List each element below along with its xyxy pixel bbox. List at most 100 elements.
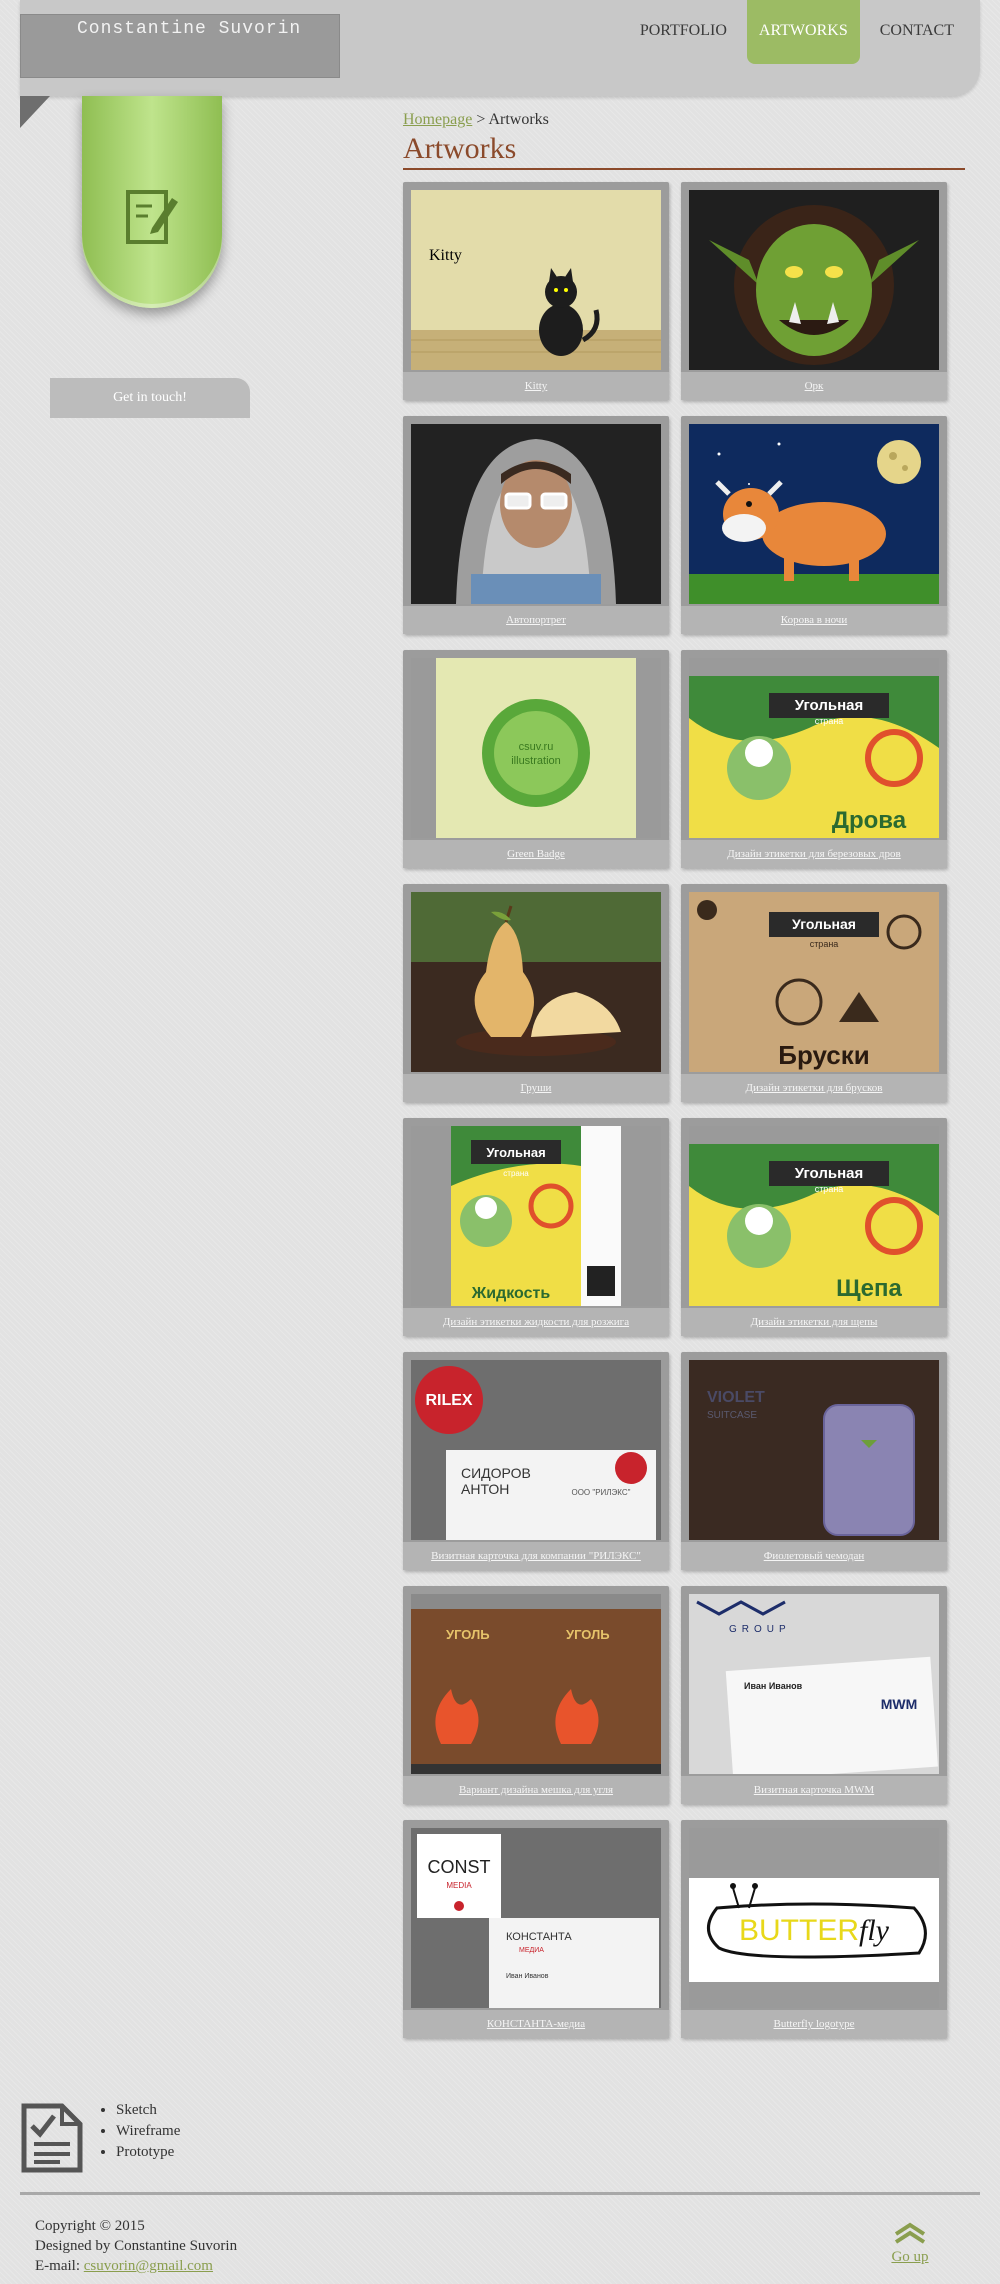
artwork-card[interactable]: Угольная страна Дрова Дизайн этикетки для б…: [681, 650, 947, 868]
nav-contact[interactable]: CONTACT: [868, 0, 966, 64]
art-text: страна: [810, 939, 839, 949]
art-text: Kitty: [429, 247, 462, 264]
artwork-thumbnail[interactable]: RILEX СИДОРОВ АНТОН ООО "РИЛЭКС": [411, 1360, 661, 1540]
artwork-link[interactable]: Фиолетовый чемодан: [764, 1550, 865, 1562]
art-text: GROUP: [729, 1624, 791, 1635]
go-up-link[interactable]: Go up: [891, 2249, 928, 2265]
art-text: Иван Иванов: [744, 1681, 803, 1691]
art-text: Жидкость: [471, 1285, 551, 1302]
artwork-image[interactable]: RILEX СИДОРОВАНТОН ООО "РИЛЭКС": [411, 1360, 661, 1540]
artwork-image[interactable]: Угольная страна Щепа: [689, 1126, 939, 1306]
artwork-link[interactable]: Green Badge: [507, 848, 565, 860]
site-logo[interactable]: Constantine Suvorin: [20, 14, 340, 78]
artwork-thumbnail[interactable]: УГОЛЬ УГОЛЬ: [411, 1594, 661, 1774]
artwork-thumbnail[interactable]: Угольная страна Дрова: [689, 658, 939, 838]
artwork-link[interactable]: Butterfly logotype: [774, 2018, 855, 2030]
pencil-document-icon: [126, 190, 178, 244]
artwork-image[interactable]: Угольная страна Дрова: [689, 658, 939, 838]
designed-by: Designed by Constantine Suvorin: [35, 2238, 238, 2254]
artwork-caption: Визитная карточка MWM: [681, 1776, 947, 1804]
art-text: csuv.ru: [519, 741, 554, 753]
artwork-link[interactable]: Kitty: [525, 380, 548, 392]
artwork-card[interactable]: Угольная страна Жидкость Дизайн этикетки жи…: [403, 1118, 669, 1336]
artwork-image[interactable]: УГОЛЬ УГОЛЬ: [411, 1594, 661, 1774]
art-text: ООО "РИЛЭКС": [571, 1488, 630, 1497]
artwork-link[interactable]: Визитная карточка для компании "РИЛЭКС": [431, 1550, 641, 1562]
artwork-image[interactable]: Kitty: [411, 190, 661, 370]
artwork-thumbnail[interactable]: [689, 424, 939, 604]
artwork-link[interactable]: Дизайн этикетки для брусков: [745, 1082, 882, 1094]
art-text: КОНСТАНТА: [506, 1931, 572, 1943]
footer-info: Copyright © 2015 Designed by Constantine…: [35, 2216, 237, 2276]
artwork-card[interactable]: VIOLET SUITCASE Фиолетовый чемодан: [681, 1352, 947, 1570]
artwork-thumbnail[interactable]: [689, 190, 939, 370]
art-text: АНТОН: [461, 1481, 509, 1497]
art-text: fly: [859, 1914, 890, 1947]
artwork-card[interactable]: Угольная страна Щепа Дизайн этикетки для ще…: [681, 1118, 947, 1336]
artwork-card[interactable]: Автопортрет: [403, 416, 669, 634]
artwork-link[interactable]: Дизайн этикетки жидкости для розжига: [443, 1316, 629, 1328]
artwork-image[interactable]: CONST MEDIA КОНСТАНТА МЕДИА Иван Иванов: [411, 1828, 661, 2008]
art-text: MWM: [881, 1696, 918, 1712]
artwork-thumbnail[interactable]: GROUP Иван Иванов MWM: [689, 1594, 939, 1774]
artwork-card[interactable]: CONST MEDIA КОНСТАНТА МЕДИА Иван Иванов КОНСТ…: [403, 1820, 669, 2038]
artwork-image[interactable]: csuv.ru illustration: [411, 658, 661, 838]
breadcrumb-home-link[interactable]: Homepage: [403, 111, 472, 128]
artwork-link[interactable]: Дизайн этикетки для щепы: [751, 1316, 878, 1328]
artwork-thumbnail[interactable]: [411, 424, 661, 604]
artwork-image[interactable]: [689, 190, 939, 370]
artwork-caption: Дизайн этикетки для брусков: [681, 1074, 947, 1102]
artwork-thumbnail[interactable]: [411, 892, 661, 1072]
list-item: Wireframe: [116, 2123, 180, 2140]
artwork-link[interactable]: КОНСТАНТА-медиа: [487, 2018, 585, 2030]
artwork-caption: Груши: [403, 1074, 669, 1102]
artwork-image[interactable]: Угольная страна Жидкость: [411, 1126, 661, 1306]
artwork-card[interactable]: GROUP Иван Иванов MWM Визитная карточка MWM: [681, 1586, 947, 1804]
artwork-thumbnail[interactable]: Kitty: [411, 190, 661, 370]
artwork-card[interactable]: УГОЛЬ УГОЛЬ Вариант дизайна мешка для угля: [403, 1586, 669, 1804]
artwork-image[interactable]: VIOLET SUITCASE: [689, 1360, 939, 1540]
artwork-image[interactable]: [689, 424, 939, 604]
nav-artworks[interactable]: ARTWORKS: [746, 0, 860, 64]
artwork-caption: Дизайн этикетки для щепы: [681, 1308, 947, 1336]
artwork-card[interactable]: Орк: [681, 182, 947, 400]
artwork-thumbnail[interactable]: Угольная страна Бруски: [689, 892, 939, 1072]
go-up[interactable]: Go up: [890, 2222, 930, 2266]
artwork-card[interactable]: Корова в ночи: [681, 416, 947, 634]
art-text: СИДОРОВ: [461, 1465, 531, 1481]
art-text: Щепа: [836, 1275, 902, 1302]
artwork-thumbnail[interactable]: Угольная страна Щепа: [689, 1126, 939, 1306]
title-divider: [403, 168, 965, 170]
artwork-link[interactable]: Вариант дизайна мешка для угля: [459, 1784, 613, 1796]
page-title: Artworks: [403, 132, 517, 165]
artwork-image[interactable]: [411, 892, 661, 1072]
artwork-thumbnail[interactable]: Угольная страна Жидкость: [411, 1126, 661, 1306]
artwork-link[interactable]: Автопортрет: [506, 614, 566, 626]
artwork-link[interactable]: Визитная карточка MWM: [754, 1784, 874, 1796]
artwork-link[interactable]: Корова в ночи: [781, 614, 847, 626]
artwork-link[interactable]: Дизайн этикетки для березовых дров: [727, 848, 900, 860]
artwork-card[interactable]: BUTTER fly Butterfly logotype: [681, 1820, 947, 2038]
artwork-thumbnail[interactable]: csuv.ru illustration: [411, 658, 661, 838]
artwork-card[interactable]: Kitty Kitty: [403, 182, 669, 400]
artwork-caption: Корова в ночи: [681, 606, 947, 634]
artwork-card[interactable]: Груши: [403, 884, 669, 1102]
artwork-image[interactable]: GROUP Иван Иванов MWM: [689, 1594, 939, 1774]
artwork-thumbnail[interactable]: CONST MEDIA КОНСТАНТА МЕДИА Иван Иванов: [411, 1828, 661, 2008]
checklist-document-icon: [21, 2103, 83, 2173]
artwork-card[interactable]: csuv.ru illustration Green Badge: [403, 650, 669, 868]
artwork-link[interactable]: Груши: [521, 1082, 552, 1094]
artwork-card[interactable]: RILEX СИДОРОВ АНТОН ООО "РИЛЭКС" Визитная ка…: [403, 1352, 669, 1570]
artwork-thumbnail[interactable]: VIOLET SUITCASE: [689, 1360, 939, 1540]
nav-portfolio[interactable]: PORTFOLIO: [628, 0, 739, 64]
artwork-card[interactable]: Угольная страна Бруски Дизайн этикетки для …: [681, 884, 947, 1102]
get-in-touch-button[interactable]: Get in touch!: [50, 378, 250, 418]
artwork-link[interactable]: Орк: [805, 380, 824, 392]
breadcrumb-separator: >: [476, 111, 486, 128]
artwork-image[interactable]: BUTTER fly: [689, 1828, 939, 2008]
artwork-image[interactable]: [411, 424, 661, 604]
chevron-up-icon[interactable]: [893, 2222, 927, 2244]
email-link[interactable]: csuvorin@gmail.com: [84, 2258, 213, 2274]
artwork-thumbnail[interactable]: BUTTER fly: [689, 1828, 939, 2008]
artwork-image[interactable]: Угольная страна Бруски: [689, 892, 939, 1072]
